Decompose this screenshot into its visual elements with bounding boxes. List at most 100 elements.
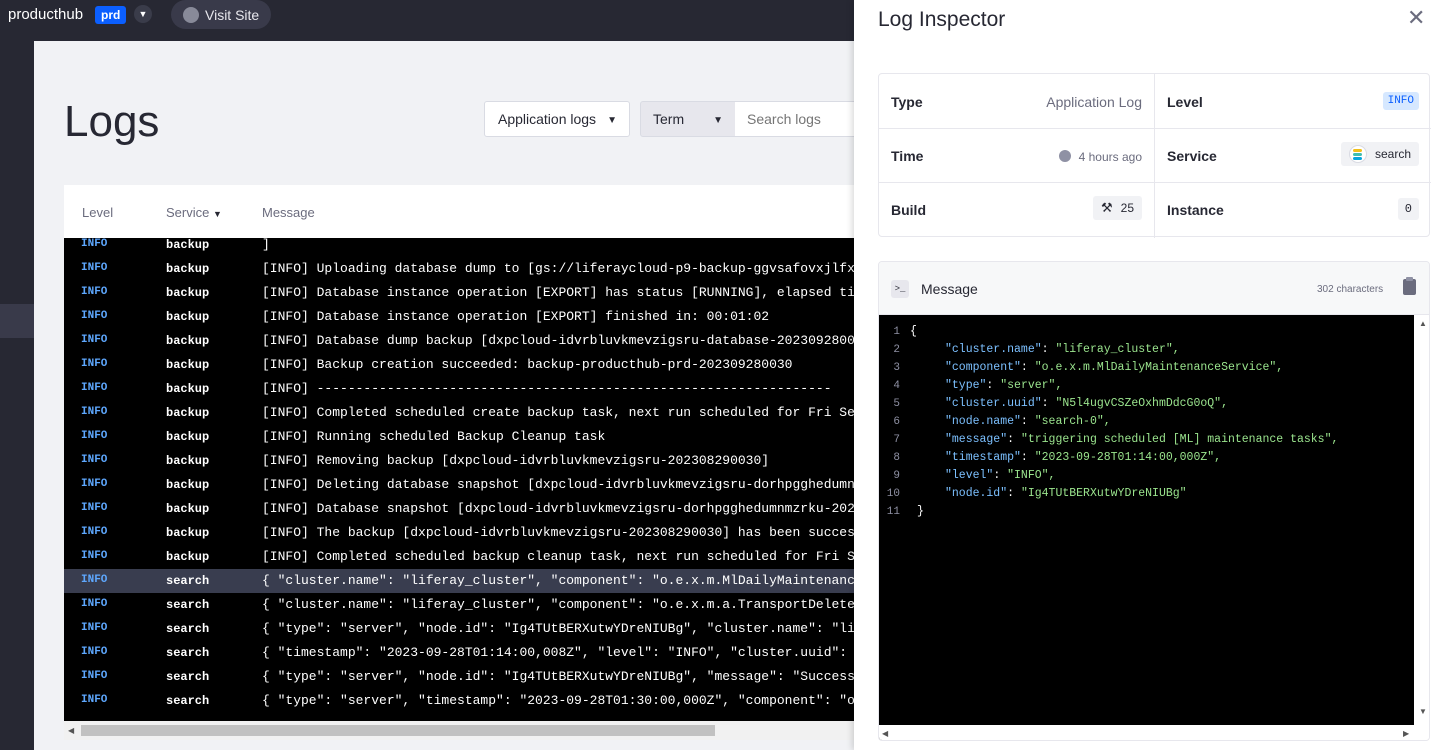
log-service: backup bbox=[166, 430, 210, 444]
log-level: INFO bbox=[81, 430, 108, 442]
log-service: search bbox=[166, 574, 210, 588]
log-message: { "cluster.name": "liferay_cluster", "co… bbox=[262, 597, 864, 612]
log-row[interactable]: INFO backup [INFO] Database instance opera… bbox=[64, 281, 864, 305]
meta-level: Level INFO bbox=[1155, 74, 1431, 128]
service-value: search bbox=[1374, 147, 1411, 161]
elasticsearch-icon bbox=[1348, 145, 1367, 163]
level-badge: INFO bbox=[1382, 92, 1419, 110]
project-name[interactable]: producthub bbox=[8, 6, 83, 23]
chevron-down-icon[interactable]: ▼ bbox=[134, 5, 152, 23]
filter-type-select[interactable]: Term ▼ bbox=[640, 101, 736, 137]
log-service: backup bbox=[166, 310, 210, 324]
scroll-down-icon[interactable]: ▼ bbox=[1419, 707, 1427, 716]
log-level: INFO bbox=[81, 382, 108, 394]
json-key: "cluster.name" bbox=[945, 343, 1042, 356]
log-level: INFO bbox=[81, 286, 108, 298]
log-service: search bbox=[166, 670, 210, 684]
log-level: INFO bbox=[81, 598, 108, 610]
log-row[interactable]: INFO backup [INFO] Database dump backup [d… bbox=[64, 329, 864, 353]
log-row[interactable]: INFO backup [INFO] Completed scheduled cre… bbox=[64, 401, 864, 425]
nav-item-logs-active[interactable] bbox=[0, 304, 34, 338]
json-value: "liferay_cluster", bbox=[1055, 343, 1180, 356]
log-row[interactable]: INFO search { "type": "server", "node.id":… bbox=[64, 617, 864, 641]
vertical-scrollbar[interactable]: ▲ ▼ bbox=[1414, 315, 1429, 725]
code-text: "level": "INFO", bbox=[945, 469, 1056, 482]
column-header-service[interactable]: Service ▼ bbox=[166, 205, 222, 220]
horizontal-scrollbar[interactable]: ◀ bbox=[64, 721, 864, 740]
build-chip[interactable]: ⚒ 25 bbox=[1092, 196, 1142, 220]
type-label: Type bbox=[891, 94, 923, 110]
json-key: "cluster.uuid" bbox=[945, 397, 1042, 410]
log-row[interactable]: INFO backup [INFO] Removing backup [dxpclo… bbox=[64, 449, 864, 473]
json-value: "server", bbox=[1000, 379, 1063, 392]
log-level: INFO bbox=[81, 406, 108, 418]
log-row[interactable]: INFO backup [INFO] Database snapshot [dxpc… bbox=[64, 497, 864, 521]
log-row[interactable]: INFO backup [INFO] -----------------------… bbox=[64, 377, 864, 401]
line-number: 11 bbox=[886, 506, 900, 518]
log-service: backup bbox=[166, 502, 210, 516]
json-value: "Ig4TUtBERXutwYDreNIUBg" bbox=[1020, 487, 1187, 500]
search-logs-input[interactable] bbox=[735, 101, 864, 137]
log-message: [INFO] ---------------------------------… bbox=[262, 381, 832, 396]
log-row[interactable]: INFO backup [INFO] Uploading database dump… bbox=[64, 257, 864, 281]
log-row[interactable]: INFO backup [INFO] Running scheduled Backu… bbox=[64, 425, 864, 449]
line-number: 4 bbox=[893, 380, 900, 392]
log-type-select[interactable]: Application logs ▼ bbox=[484, 101, 630, 137]
scroll-right-icon[interactable]: ▶ bbox=[1403, 729, 1409, 738]
message-json-viewer[interactable]: 1 {2 "cluster.name": "liferay_cluster", 3 "c… bbox=[879, 315, 1414, 740]
log-row[interactable]: INFO search { "timestamp": "2023-09-28T01:… bbox=[64, 641, 864, 665]
clock-icon bbox=[1058, 150, 1071, 162]
service-chip[interactable]: search bbox=[1340, 142, 1419, 166]
line-number: 7 bbox=[893, 434, 900, 446]
log-type-value: Application logs bbox=[498, 111, 597, 127]
environment-badge[interactable]: prd bbox=[95, 6, 127, 24]
visit-site-button[interactable]: Visit Site bbox=[171, 0, 272, 29]
log-row[interactable]: INFO backup] bbox=[64, 238, 864, 257]
instance-value: 0 bbox=[1397, 198, 1419, 220]
log-list[interactable]: INFO backup] INFO backup [INFO] Uploading da… bbox=[64, 238, 864, 721]
meta-time: Time 4 hours ago bbox=[879, 128, 1154, 182]
json-key: "timestamp" bbox=[945, 451, 1021, 464]
log-message: { "cluster.name": "liferay_cluster", "co… bbox=[262, 573, 864, 588]
log-message: [INFO] Removing backup [dxpcloud-idvrblu… bbox=[262, 453, 770, 468]
meta-service: Service search bbox=[1155, 128, 1431, 182]
json-key: "node.id" bbox=[945, 487, 1008, 500]
meta-instance: Instance 0 bbox=[1155, 182, 1431, 236]
log-row[interactable]: INFO backup [INFO] Database instance opera… bbox=[64, 305, 864, 329]
clipboard-icon[interactable] bbox=[1403, 277, 1416, 295]
message-character-count: 302 characters bbox=[1317, 284, 1384, 295]
log-row[interactable]: INFO search { "type": "server", "node.id":… bbox=[64, 665, 864, 689]
column-header-message: Message bbox=[262, 205, 315, 220]
line-number: 1 bbox=[893, 326, 900, 338]
code-text: { bbox=[910, 325, 917, 338]
log-row[interactable]: INFO backup [INFO] Backup creation succeed… bbox=[64, 353, 864, 377]
scroll-left-icon[interactable]: ◀ bbox=[68, 726, 74, 735]
scrollbar-thumb[interactable] bbox=[81, 725, 715, 736]
log-row[interactable]: INFO backup [INFO] Completed scheduled bac… bbox=[64, 545, 864, 569]
message-card: >_ Message 302 characters 1 {2 "cluster.na… bbox=[878, 261, 1430, 741]
json-key: "component" bbox=[945, 361, 1021, 374]
line-number: 3 bbox=[893, 362, 900, 374]
log-level: INFO bbox=[81, 622, 108, 634]
message-title: Message bbox=[921, 281, 978, 297]
level-label: Level bbox=[1167, 94, 1203, 110]
log-row[interactable]: INFO backup [INFO] Deleting database snaps… bbox=[64, 473, 864, 497]
horizontal-scrollbar[interactable]: ◀ ▶ bbox=[879, 725, 1429, 740]
json-value: "o.e.x.m.MlDailyMaintenanceService", bbox=[1034, 361, 1284, 374]
log-level: INFO bbox=[81, 502, 108, 514]
log-service: backup bbox=[166, 550, 210, 564]
log-row[interactable]: INFO backup [INFO] The backup [dxpcloud-id… bbox=[64, 521, 864, 545]
scroll-up-icon[interactable]: ▲ bbox=[1419, 319, 1427, 328]
log-row[interactable]: INFO search { "type": "server", "timestamp… bbox=[64, 689, 864, 713]
log-service: backup bbox=[166, 262, 210, 276]
log-service: search bbox=[166, 646, 210, 660]
log-row[interactable]: INFO search { "cluster.name": "liferay_clu… bbox=[64, 569, 864, 593]
log-service: backup bbox=[166, 382, 210, 396]
log-level: INFO bbox=[81, 310, 108, 322]
close-icon[interactable]: ✕ bbox=[1407, 5, 1425, 31]
log-row[interactable]: INFO search { "cluster.name": "liferay_clu… bbox=[64, 593, 864, 617]
log-message: [INFO] Deleting database snapshot [dxpcl… bbox=[262, 477, 864, 492]
log-level: INFO bbox=[81, 478, 108, 490]
scroll-left-icon[interactable]: ◀ bbox=[882, 729, 888, 738]
log-level: INFO bbox=[81, 262, 108, 274]
